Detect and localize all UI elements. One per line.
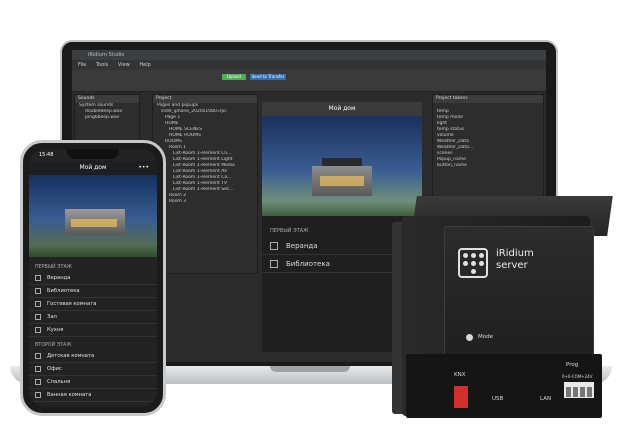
knx-label: KNX (454, 372, 466, 378)
smartphone: 15:48 Мой дом ••• ПЕРВЫЙ ЭТАЖ Веранда Би… (20, 140, 166, 416)
project-panel: Project Pages and popups slide_iphone_20… (152, 94, 258, 274)
room-icon (35, 300, 41, 307)
tokens-panel-title: Project tokens (433, 95, 543, 103)
phone-room-item[interactable]: Спальня (29, 376, 157, 389)
room-label: Спальня (47, 379, 71, 385)
room-label: Библиотека (286, 260, 330, 268)
upload-button[interactable]: Upload (222, 74, 246, 80)
more-icon[interactable]: ••• (138, 161, 149, 175)
phone-room-item[interactable]: Ванная комната (29, 389, 157, 402)
phone-page-title: Мой дом ••• (29, 161, 157, 175)
brand-line-1: iRidium (496, 248, 534, 259)
mode-label: Mode (478, 334, 493, 340)
room-icon (35, 313, 41, 320)
menu-tools[interactable]: Tools (96, 62, 108, 68)
logo-dot (471, 269, 476, 274)
ide-toolbar: Upload Send to Transfer (72, 70, 546, 92)
server-front-panel (444, 226, 594, 362)
phone-room-list: ПЕРВЫЙ ЭТАЖ Веранда Библиотека Гостевая … (29, 259, 157, 402)
room-label: Гостевая комната (47, 301, 97, 307)
house-windows-light (320, 176, 364, 186)
iridium-server-device: iRidium server Mode KNX USB LAN Prog 0+0… (392, 196, 613, 422)
menu-view[interactable]: View (118, 62, 130, 68)
logo-dot (463, 261, 468, 266)
room-icon (35, 274, 41, 281)
phone-title-text: Мой дом (79, 164, 107, 171)
tree-item[interactable]: ping6beep.wav (75, 115, 139, 121)
menu-file[interactable]: File (78, 62, 86, 68)
room-label: Ванная комната (47, 392, 92, 398)
room-icon (35, 287, 41, 294)
brand-line-2: server (496, 260, 528, 271)
phone-screen: 15:48 Мой дом ••• ПЕРВЫЙ ЭТАЖ Веранда Би… (29, 149, 157, 407)
prog-label: Prog (566, 362, 579, 368)
power-terminal-label: 0+0-COM+24V (562, 374, 593, 379)
logo-dot (471, 261, 476, 266)
room-label: Веранда (286, 242, 318, 250)
phone-section-title: ПЕРВЫЙ ЭТАЖ (35, 265, 72, 270)
phone-room-item[interactable]: Офис (29, 363, 157, 376)
sounds-panel-title: Sounds (75, 95, 139, 103)
tree-item[interactable]: Room 3 (153, 199, 257, 205)
room-label: Детская комната (47, 353, 95, 359)
room-icon (35, 378, 41, 385)
menu-help[interactable]: Help (139, 62, 150, 68)
ide-window-title: iRidium Studio (72, 50, 546, 60)
room-icon (35, 352, 41, 359)
house-windows-light (71, 219, 117, 227)
logo-dot (479, 261, 484, 266)
laptop-notch (270, 366, 350, 372)
server-brand: iRidium server (496, 248, 534, 272)
logo-dot (463, 253, 468, 258)
room-label: Офис (47, 366, 62, 372)
mode-button[interactable] (466, 334, 473, 341)
token-item[interactable]: button_name (433, 163, 543, 169)
ide-menu-bar: File Tools View Help (72, 60, 546, 70)
room-icon (35, 391, 41, 398)
room-icon (270, 242, 278, 250)
phone-room-item[interactable]: Детская комната (29, 350, 157, 363)
phone-room-item[interactable]: Зал (29, 311, 157, 324)
phone-room-item[interactable]: Кухня (29, 324, 157, 337)
workspace-page-title: Мой дом (262, 102, 422, 116)
phone-room-item[interactable]: Веранда (29, 272, 157, 285)
phone-notch (67, 149, 119, 159)
room-label: Библиотека (47, 288, 80, 294)
phone-section-title: ВТОРОЙ ЭТАЖ (35, 343, 72, 348)
room-label: Веранда (47, 275, 71, 281)
phone-room-item[interactable]: Библиотека (29, 285, 157, 298)
room-icon (35, 365, 41, 372)
send-to-transfer-button[interactable]: Send to Transfer (250, 74, 286, 80)
lan-label: LAN (540, 396, 552, 402)
logo-dot (471, 253, 476, 258)
power-terminal (564, 382, 594, 398)
room-label: Зал (47, 314, 57, 320)
room-icon (270, 260, 278, 268)
knx-connector (454, 386, 468, 408)
phone-room-item[interactable]: Гостевая комната (29, 298, 157, 311)
usb-label: USB (492, 396, 504, 402)
iridium-logo-icon (458, 248, 488, 278)
room-label: Кухня (47, 327, 64, 333)
project-panel-title: Project (153, 95, 257, 103)
logo-dot (479, 253, 484, 258)
room-icon (35, 326, 41, 333)
house-photo (29, 175, 157, 257)
